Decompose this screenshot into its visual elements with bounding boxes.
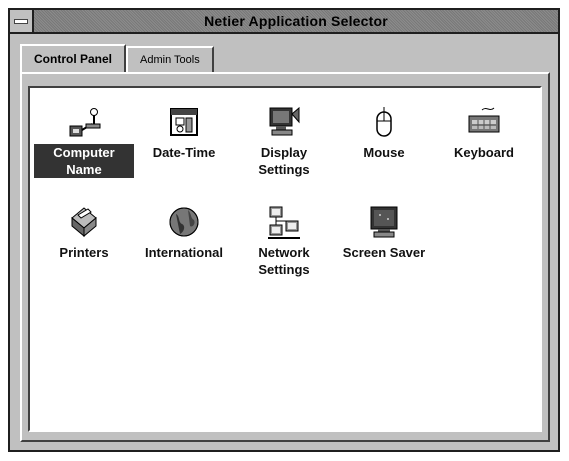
- tab-bar: Control Panel Admin Tools: [20, 44, 214, 72]
- item-label: Mouse: [363, 145, 405, 160]
- item-label: Date-Time: [152, 145, 216, 160]
- item-display-settings[interactable]: Display Settings: [234, 104, 334, 204]
- computer-name-icon: [66, 104, 102, 140]
- application-window: Netier Application Selector Control Pane…: [8, 8, 560, 452]
- control-panel-tab-page: Computer Name Date-Time Display Settings…: [20, 72, 550, 442]
- item-label: Computer Name: [34, 144, 134, 178]
- system-menu-icon: [14, 18, 28, 24]
- network-icon: [266, 204, 302, 240]
- item-label: Network Settings: [258, 245, 310, 277]
- item-computer-name[interactable]: Computer Name: [34, 104, 134, 204]
- item-international[interactable]: International: [134, 204, 234, 304]
- keyboard-icon: [466, 104, 502, 140]
- item-label: Display Settings: [258, 145, 310, 177]
- item-printers[interactable]: Printers: [34, 204, 134, 304]
- printer-icon: [66, 204, 102, 240]
- item-keyboard[interactable]: Keyboard: [434, 104, 534, 204]
- calendar-clock-icon: [166, 104, 202, 140]
- item-date-time[interactable]: Date-Time: [134, 104, 234, 204]
- item-label: Screen Saver: [342, 245, 426, 260]
- item-mouse[interactable]: Mouse: [334, 104, 434, 204]
- item-screen-saver[interactable]: Screen Saver: [334, 204, 434, 304]
- screen-saver-icon: [366, 204, 402, 240]
- monitor-icon: [266, 104, 302, 140]
- item-label: Printers: [59, 245, 109, 260]
- globe-icon: [166, 204, 202, 240]
- tab-control-panel[interactable]: Control Panel: [20, 44, 127, 72]
- icon-grid: Computer Name Date-Time Display Settings…: [34, 104, 534, 304]
- item-label: Keyboard: [454, 145, 514, 160]
- window-title: Netier Application Selector: [204, 13, 388, 29]
- title-bar: Netier Application Selector: [10, 10, 558, 34]
- item-network-settings[interactable]: Network Settings: [234, 204, 334, 304]
- system-menu-button[interactable]: [10, 10, 34, 32]
- tab-admin-tools[interactable]: Admin Tools: [126, 46, 214, 72]
- item-label: International: [144, 245, 223, 260]
- icon-view: Computer Name Date-Time Display Settings…: [28, 86, 542, 432]
- mouse-icon: [366, 104, 402, 140]
